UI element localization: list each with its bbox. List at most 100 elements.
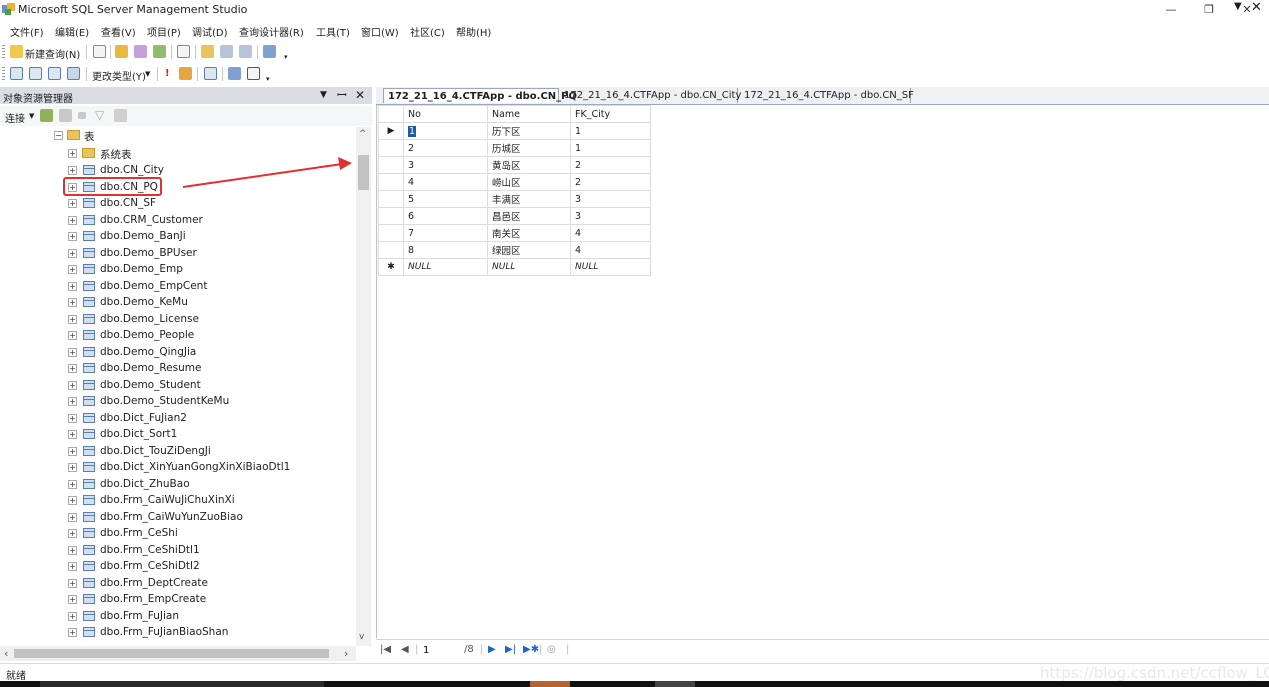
tab-cn-city[interactable]: 172_21_16_4.CTFApp - dbo.CN_City bbox=[560, 88, 741, 103]
minimize-button[interactable]: — bbox=[1153, 0, 1189, 19]
expand-icon[interactable]: + bbox=[68, 562, 77, 571]
grid-row[interactable]: 7 南关区 4 bbox=[378, 224, 651, 242]
show-results-pane-icon[interactable] bbox=[67, 67, 80, 80]
tree-node-table[interactable]: + dbo.Frm_FuJian bbox=[0, 608, 356, 624]
tree-node-table[interactable]: + dbo.Demo_QingJia bbox=[0, 344, 356, 360]
column-header-fk-city[interactable]: FK_City bbox=[570, 105, 651, 123]
expand-icon[interactable]: + bbox=[68, 430, 77, 439]
show-sql-pane-icon[interactable] bbox=[48, 67, 61, 80]
database-engine-query-icon[interactable] bbox=[93, 45, 106, 58]
dmx-query-icon[interactable] bbox=[153, 45, 166, 58]
scrollbar-thumb[interactable] bbox=[358, 155, 369, 190]
tree-node-table[interactable]: + dbo.Frm_CaiWuYunZuoBiao bbox=[0, 509, 356, 525]
expand-icon[interactable]: + bbox=[68, 611, 77, 621]
tree-node-table[interactable]: + dbo.Demo_Resume bbox=[0, 360, 356, 376]
verify-sql-icon[interactable] bbox=[179, 67, 192, 80]
tree-node-table[interactable]: + dbo.Demo_EmpCent bbox=[0, 278, 356, 294]
menu-file[interactable]: 文件(F) bbox=[10, 24, 44, 39]
tree-node-table[interactable]: + dbo.Dict_XinYuanGongXinXiBiaoDtl1 bbox=[0, 459, 356, 475]
tree-node-table[interactable]: + dbo.Demo_License bbox=[0, 311, 356, 327]
column-header-name[interactable]: Name bbox=[487, 105, 571, 123]
active-files-dropdown-icon[interactable]: ▼ bbox=[1234, 1, 1242, 12]
menu-project[interactable]: 项目(P) bbox=[147, 24, 181, 39]
grid-cell[interactable]: 5 bbox=[403, 190, 488, 208]
mdx-query-icon[interactable] bbox=[134, 45, 147, 58]
expand-icon[interactable]: + bbox=[68, 446, 77, 456]
disconnect-icon[interactable] bbox=[59, 109, 72, 122]
first-record-icon[interactable]: |◀ bbox=[380, 644, 391, 655]
tab-cn-pq[interactable]: 172_21_16_4.CTFApp - dbo.CN_PQ bbox=[383, 88, 577, 103]
tree-node-table[interactable]: + dbo.Dict_TouZiDengJi bbox=[0, 443, 356, 459]
expand-icon[interactable]: + bbox=[68, 397, 77, 406]
grid-cell[interactable]: 绿园区 bbox=[487, 241, 571, 259]
grid-cell[interactable]: 7 bbox=[403, 224, 488, 242]
grid-cell[interactable]: 1 bbox=[403, 122, 488, 140]
expand-icon[interactable]: + bbox=[68, 215, 77, 225]
expand-icon[interactable]: + bbox=[68, 298, 77, 307]
grid-cell[interactable]: 1 bbox=[570, 139, 651, 157]
menu-window[interactable]: 窗口(W) bbox=[361, 24, 399, 39]
grid-row[interactable]: 8 绿园区 4 bbox=[378, 241, 651, 259]
expand-icon[interactable]: + bbox=[68, 248, 77, 258]
open-file-icon[interactable] bbox=[201, 45, 214, 58]
menu-debug[interactable]: 调试(D) bbox=[192, 24, 228, 39]
expand-icon[interactable]: + bbox=[68, 265, 77, 274]
tree-node-table[interactable]: + dbo.CRM_Customer bbox=[0, 212, 356, 228]
scrollbar-thumb[interactable] bbox=[14, 649, 329, 658]
scroll-up-icon[interactable]: ^ bbox=[359, 129, 367, 139]
grid-cell[interactable]: 黄岛区 bbox=[487, 156, 571, 174]
expand-icon[interactable]: + bbox=[68, 364, 77, 373]
pin-icon[interactable]: ꟷ bbox=[337, 88, 347, 102]
tree-node-tables[interactable]: − 表 bbox=[0, 127, 356, 143]
grid-cell[interactable]: 6 bbox=[403, 207, 488, 225]
grid-cell[interactable]: 崂山区 bbox=[487, 173, 571, 191]
new-row-selector[interactable]: ✱ bbox=[378, 258, 404, 276]
row-selector-header[interactable] bbox=[378, 105, 404, 123]
previous-record-icon[interactable]: ◀ bbox=[401, 644, 409, 655]
tree-node-table[interactable]: + dbo.Demo_Student bbox=[0, 377, 356, 393]
expand-icon[interactable]: + bbox=[68, 281, 77, 291]
tree-node-table[interactable]: + dbo.Frm_CaiWuJiChuXinXi bbox=[0, 492, 356, 508]
expand-icon[interactable]: + bbox=[68, 595, 77, 604]
grid-row[interactable]: 6 昌邑区 3 bbox=[378, 207, 651, 225]
tree-node-table[interactable]: + dbo.Frm_CeShiDtl2 bbox=[0, 558, 356, 574]
show-diagram-pane-icon[interactable] bbox=[10, 67, 23, 80]
scroll-right-icon[interactable]: › bbox=[344, 647, 348, 660]
tree-node-table[interactable]: + dbo.Demo_BanJi bbox=[0, 228, 356, 244]
expand-icon[interactable]: + bbox=[68, 166, 77, 175]
expand-icon[interactable]: + bbox=[68, 199, 77, 208]
grid-cell[interactable]: 4 bbox=[403, 173, 488, 191]
toolbar-grip[interactable] bbox=[2, 67, 5, 81]
execute-sql-icon[interactable]: ! bbox=[165, 68, 170, 79]
grid-cell[interactable]: 南关区 bbox=[487, 224, 571, 242]
stop-loading-icon[interactable]: ◎ bbox=[547, 644, 556, 655]
analysis-query-icon[interactable] bbox=[115, 45, 128, 58]
menu-view[interactable]: 查看(V) bbox=[101, 24, 136, 39]
null-cell[interactable]: NULL bbox=[487, 258, 571, 276]
grid-cell[interactable]: 历城区 bbox=[487, 139, 571, 157]
tree-node-table[interactable]: + dbo.Dict_FuJian2 bbox=[0, 410, 356, 426]
menu-tools[interactable]: 工具(T) bbox=[316, 24, 350, 39]
save-all-icon[interactable] bbox=[239, 45, 252, 58]
grid-cell[interactable]: 3 bbox=[403, 156, 488, 174]
expand-icon[interactable]: + bbox=[68, 578, 77, 588]
refresh-icon[interactable] bbox=[114, 109, 127, 122]
tree-node-table[interactable]: + dbo.Frm_FuJianBiaoShan bbox=[0, 624, 356, 640]
menu-help[interactable]: 帮助(H) bbox=[456, 24, 491, 39]
add-derived-table-icon[interactable] bbox=[247, 67, 260, 80]
tree-node-table[interactable]: + dbo.Demo_KeMu bbox=[0, 294, 356, 310]
activity-monitor-icon[interactable] bbox=[263, 45, 276, 58]
tree-node-table[interactable]: + dbo.Dict_Sort1 bbox=[0, 426, 356, 442]
expand-icon[interactable]: + bbox=[68, 331, 77, 340]
expand-icon[interactable]: + bbox=[68, 413, 77, 423]
grid-cell[interactable]: 1 bbox=[570, 122, 651, 140]
grid-row[interactable]: 4 崂山区 2 bbox=[378, 173, 651, 191]
tree-node-table[interactable]: + dbo.Demo_StudentKeMu bbox=[0, 393, 356, 409]
null-cell[interactable]: NULL bbox=[403, 258, 488, 276]
toolbar-grip[interactable] bbox=[2, 45, 5, 59]
expand-icon[interactable]: + bbox=[68, 479, 77, 489]
new-record-icon[interactable]: ▶✱ bbox=[523, 644, 539, 655]
row-selector[interactable] bbox=[378, 241, 404, 259]
xmla-query-icon[interactable] bbox=[177, 45, 190, 58]
menu-edit[interactable]: 编辑(E) bbox=[55, 24, 89, 39]
